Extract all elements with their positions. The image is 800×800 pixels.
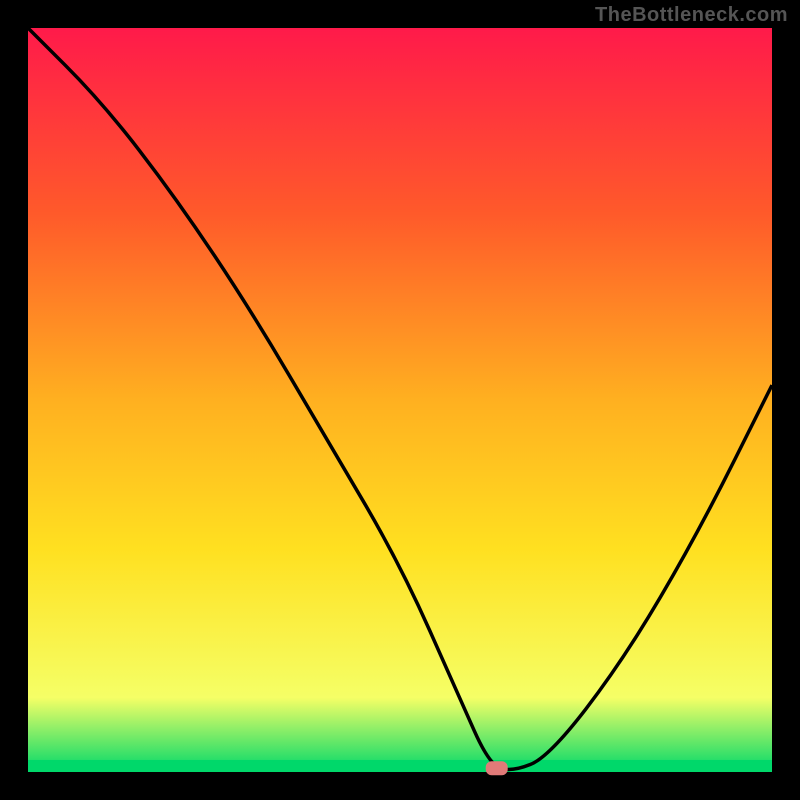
optimum-marker: [486, 761, 508, 775]
bottleneck-chart: [0, 0, 800, 800]
watermark-text: TheBottleneck.com: [595, 4, 788, 27]
baseline-strip: [28, 760, 772, 772]
chart-frame: TheBottleneck.com: [0, 0, 800, 800]
plot-background: [28, 28, 772, 772]
